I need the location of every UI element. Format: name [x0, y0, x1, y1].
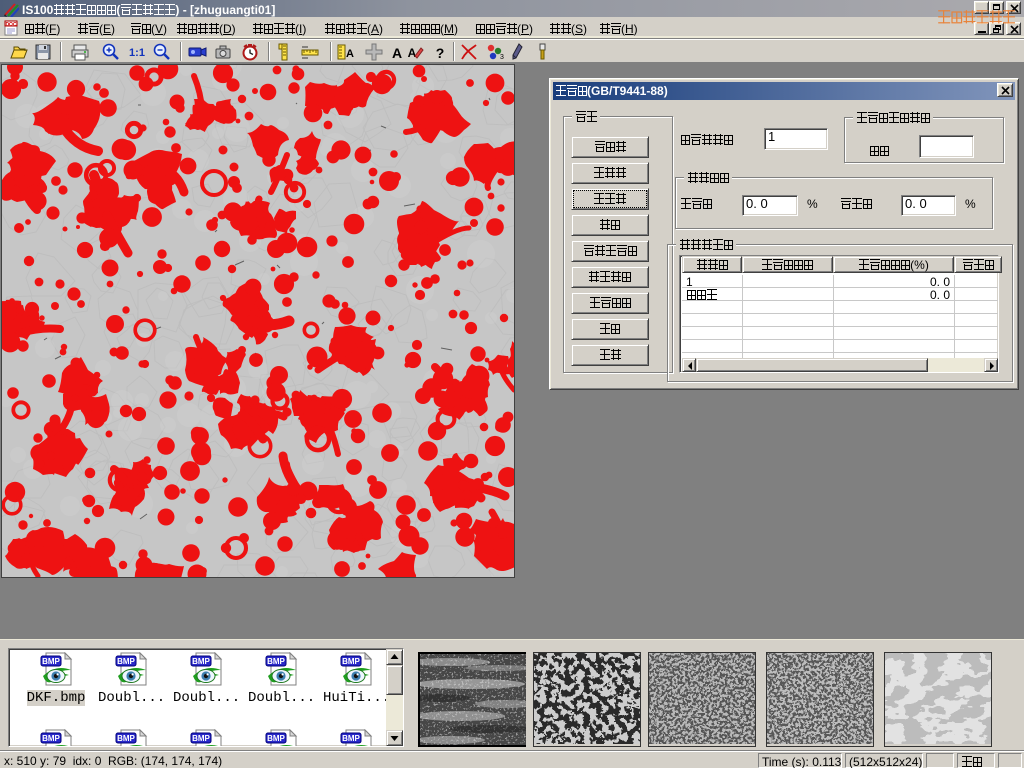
svg-text:A: A: [346, 48, 354, 60]
svg-text:BMP: BMP: [342, 734, 360, 743]
svg-text:?: ?: [436, 45, 445, 61]
svg-text:BMP: BMP: [42, 734, 60, 743]
svg-text:BMP: BMP: [267, 657, 285, 666]
svg-text:DOC: DOC: [5, 22, 17, 28]
svg-text:A: A: [408, 46, 417, 60]
svg-text:3: 3: [500, 54, 504, 61]
svg-text:1:1: 1:1: [129, 47, 145, 59]
svg-text:BMP: BMP: [117, 657, 135, 666]
svg-text:BMP: BMP: [192, 734, 210, 743]
svg-text:BMP: BMP: [42, 657, 60, 666]
svg-text:BMP: BMP: [267, 734, 285, 743]
svg-text:BMP: BMP: [192, 657, 210, 666]
svg-text:BMP: BMP: [117, 734, 135, 743]
svg-text:A: A: [392, 45, 402, 61]
svg-text:BMP: BMP: [342, 657, 360, 666]
